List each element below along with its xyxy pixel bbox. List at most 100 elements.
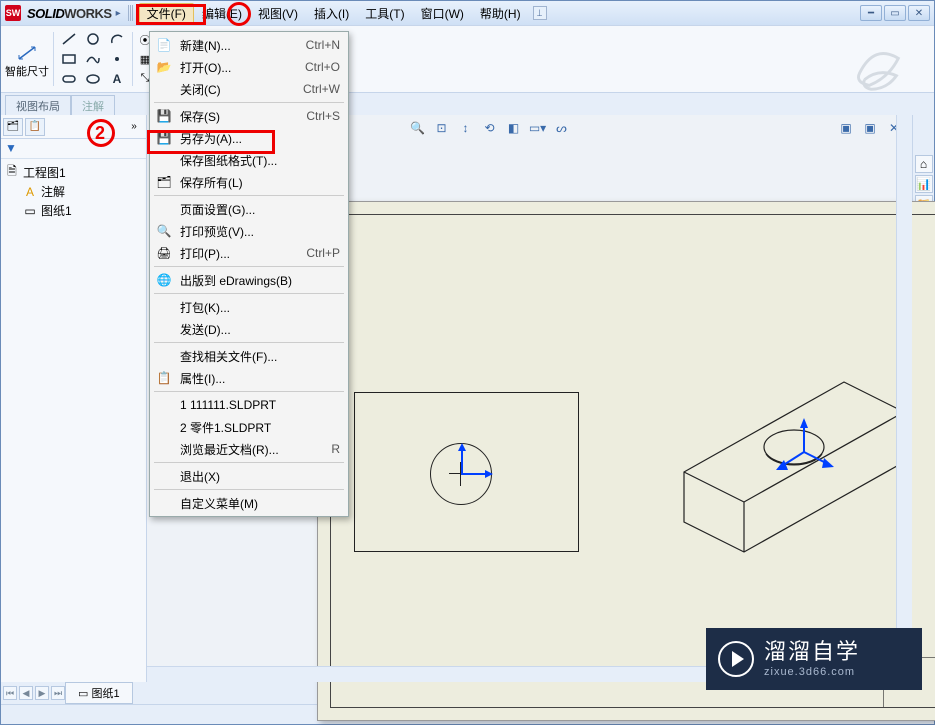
feature-tree[interactable]: 🗎 工程图1 A 注解 ▭ 图纸1 <box>1 159 146 224</box>
ribbon: 智能尺寸 A ⦿镜向实体 ▦线性草图阵列▼ ⤡移动实体▼ <box>1 25 934 93</box>
front-view[interactable] <box>354 392 579 552</box>
menu-item-icon <box>156 419 172 435</box>
line-tool[interactable] <box>58 30 80 48</box>
file-menu-item[interactable]: 查找相关文件(F)... <box>150 345 348 367</box>
point-tool[interactable] <box>106 50 128 68</box>
zoom-area-icon[interactable]: ⊡ <box>432 119 452 137</box>
pan-icon[interactable]: ↕ <box>456 119 476 137</box>
tab-first[interactable]: ⏮ <box>3 686 17 700</box>
menu-separator <box>154 462 344 463</box>
smart-dimension-tool[interactable]: 智能尺寸 <box>5 30 49 88</box>
file-menu-item[interactable]: 发送(D)... <box>150 318 348 340</box>
text-tool[interactable]: A <box>106 70 128 88</box>
feature-manager-tab[interactable]: 🗂 <box>3 118 23 136</box>
file-menu-item[interactable]: 📋属性(I)... <box>150 367 348 389</box>
menu-tools[interactable]: 工具(T) <box>357 3 412 24</box>
file-menu-item[interactable]: 🔍打印预览(V)... <box>150 220 348 242</box>
hide-show-icon[interactable]: ᔕ <box>552 119 572 137</box>
taskpane-resources-icon[interactable]: 📊 <box>915 175 933 193</box>
menu-item-label: 另存为(A)... <box>180 130 242 147</box>
display-style-icon[interactable]: ▭▾ <box>528 119 548 137</box>
dimension-icon <box>14 40 40 66</box>
tab-annotate[interactable]: 注解 <box>71 95 115 115</box>
tab-prev[interactable]: ◀ <box>19 686 33 700</box>
file-menu-item[interactable]: 📄新建(N)...Ctrl+N <box>150 34 348 56</box>
filter-icon[interactable]: ▼ <box>3 141 19 155</box>
scrollbar-vertical[interactable] <box>896 115 912 682</box>
menu-item-icon: 📄 <box>156 37 172 53</box>
file-menu-item[interactable]: 关闭(C)Ctrl+W <box>150 78 348 100</box>
sketch-tools-grid: A <box>58 30 128 88</box>
collapse-icon[interactable]: ▸ <box>116 8 121 19</box>
rect-tool[interactable] <box>58 50 80 68</box>
sheet-tab[interactable]: ▭ 图纸1 <box>65 682 133 704</box>
menu-item-icon <box>156 321 172 337</box>
file-menu-item[interactable]: 退出(X) <box>150 465 348 487</box>
file-menu-item[interactable]: 💾另存为(A)... <box>150 127 348 149</box>
file-menu-item[interactable]: 打包(K)... <box>150 296 348 318</box>
window-controls: ━ ▭ ✕ <box>860 5 930 21</box>
menu-separator <box>154 489 344 490</box>
menu-item-shortcut: R <box>331 442 340 456</box>
circle-tool[interactable] <box>82 30 104 48</box>
tab-next[interactable]: ▶ <box>35 686 49 700</box>
viewport-1[interactable]: ▣ <box>836 119 856 137</box>
menu-view[interactable]: 视图(V) <box>250 3 306 24</box>
menubar: 文件(F) 编辑(E) 视图(V) 插入(I) 工具(T) 窗口(W) 帮助(H… <box>137 3 547 24</box>
watermark-url: zixue.3d66.com <box>764 666 860 679</box>
ellipse-tool[interactable] <box>82 70 104 88</box>
slot-tool[interactable] <box>58 70 80 88</box>
menu-item-label: 发送(D)... <box>180 321 231 338</box>
file-menu-item[interactable]: 浏览最近文档(R)...R <box>150 438 348 460</box>
menu-item-label: 自定义菜单(M) <box>180 495 258 512</box>
tree-root[interactable]: 🗎 工程图1 <box>5 163 142 182</box>
file-menu-item[interactable]: 自定义菜单(M) <box>150 492 348 514</box>
tree-annotations[interactable]: A 注解 <box>5 182 142 201</box>
sheet-icon: ▭ <box>23 204 37 218</box>
menu-item-icon: 🖨 <box>156 245 172 261</box>
property-manager-tab[interactable]: 📋 <box>25 118 45 136</box>
file-menu-item[interactable]: 2 零件1.SLDPRT <box>150 416 348 438</box>
drawing-icon: 🗎 <box>5 166 19 180</box>
menu-insert[interactable]: 插入(I) <box>306 3 357 24</box>
zoom-fit-icon[interactable]: 🔍 <box>408 119 428 137</box>
tab-last[interactable]: ⏭ <box>51 686 65 700</box>
toolbar-grip[interactable] <box>128 5 134 21</box>
triad-y-arrow <box>458 443 466 451</box>
brand-solid: SOLID <box>27 6 64 21</box>
menu-help[interactable]: 帮助(H) <box>472 3 529 24</box>
taskpane-home-icon[interactable]: ⌂ <box>915 155 933 173</box>
push-pin-icon[interactable]: ⟘ <box>533 6 547 20</box>
menu-item-label: 打印(P)... <box>180 245 230 262</box>
file-menu-item[interactable]: 🌐出版到 eDrawings(B) <box>150 269 348 291</box>
file-menu-item[interactable]: 🖨打印(P)...Ctrl+P <box>150 242 348 264</box>
menu-edit[interactable]: 编辑(E) <box>194 3 250 24</box>
close-button[interactable]: ✕ <box>908 5 930 21</box>
arc-tool[interactable] <box>106 30 128 48</box>
file-menu-item[interactable]: 🗂保存所有(L) <box>150 171 348 193</box>
menu-item-icon: 📂 <box>156 59 172 75</box>
menu-file[interactable]: 文件(F) <box>139 3 194 24</box>
section-icon[interactable]: ◧ <box>504 119 524 137</box>
tree-nav-right[interactable]: » <box>124 118 144 136</box>
menu-item-icon <box>156 468 172 484</box>
maximize-button[interactable]: ▭ <box>884 5 906 21</box>
minimize-button[interactable]: ━ <box>860 5 882 21</box>
menu-item-label: 打包(K)... <box>180 299 230 316</box>
viewport-2[interactable]: ▣ <box>860 119 880 137</box>
file-menu-item[interactable]: 页面设置(G)... <box>150 198 348 220</box>
file-menu-item[interactable]: 1 111111.SLDPRT <box>150 394 348 416</box>
file-menu-item[interactable]: 保存图纸格式(T)... <box>150 149 348 171</box>
spline-tool[interactable] <box>82 50 104 68</box>
file-menu-item[interactable]: 💾保存(S)Ctrl+S <box>150 105 348 127</box>
menu-item-icon: 📋 <box>156 370 172 386</box>
file-menu-item[interactable]: 📂打开(O)...Ctrl+O <box>150 56 348 78</box>
tab-view-layout[interactable]: 视图布局 <box>5 95 71 115</box>
isometric-view[interactable] <box>654 342 924 562</box>
tree-sheet[interactable]: ▭ 图纸1 <box>5 201 142 220</box>
menu-separator <box>154 102 344 103</box>
rotate-icon[interactable]: ⟲ <box>480 119 500 137</box>
separator <box>53 32 54 86</box>
menu-window[interactable]: 窗口(W) <box>413 3 472 24</box>
sheet-tab-icon: ▭ <box>78 688 88 700</box>
